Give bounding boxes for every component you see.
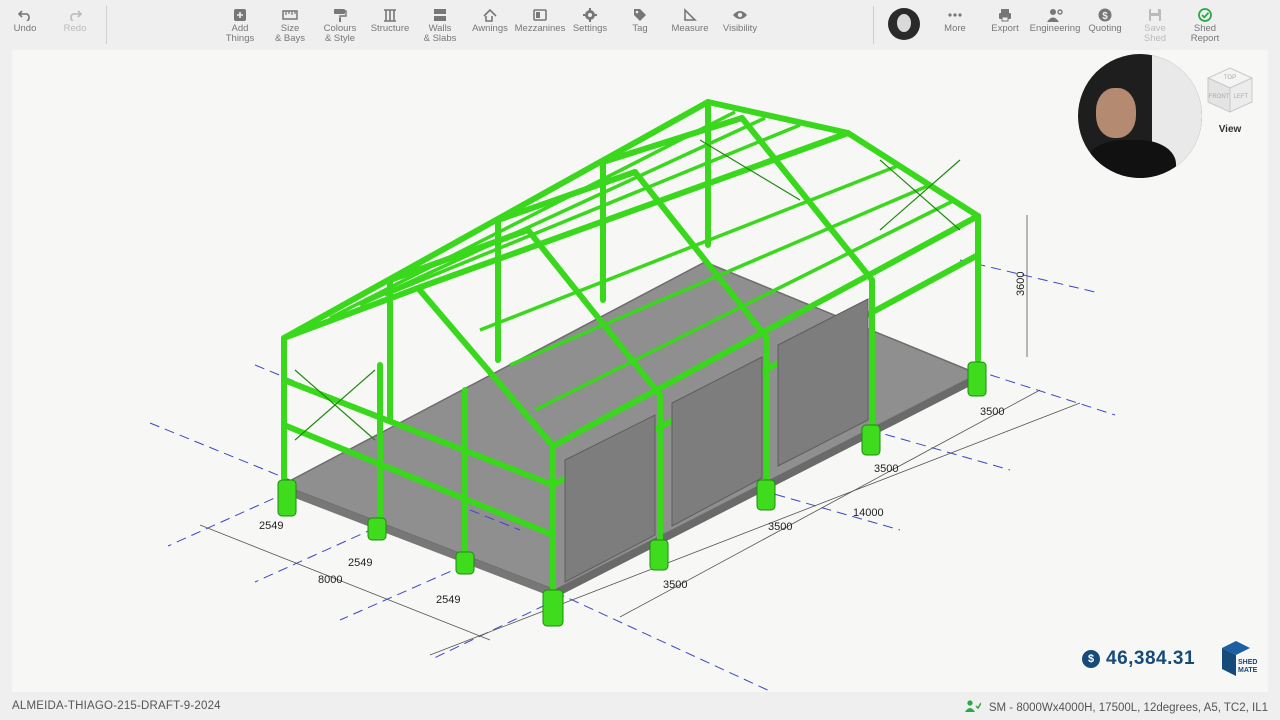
size-bays-button[interactable]: Size & Bays bbox=[262, 8, 318, 44]
gear-icon bbox=[581, 8, 599, 22]
save-icon bbox=[1146, 8, 1164, 22]
engineer-icon bbox=[1046, 8, 1064, 22]
printer-icon bbox=[996, 8, 1014, 22]
side-bay-3-label: 3500 bbox=[874, 463, 898, 475]
add-things-button[interactable]: Add Things bbox=[212, 8, 268, 44]
add-things-icon bbox=[231, 8, 249, 22]
colours-style-button[interactable]: Colours & Style bbox=[312, 8, 368, 44]
redo-icon bbox=[66, 8, 84, 22]
shed-spec-text: SM - 8000Wx4000H, 17500L, 12degrees, A5,… bbox=[988, 701, 1268, 714]
document-name: ALMEIDA-THIAGO-215-DRAFT-9-2024 bbox=[12, 700, 221, 712]
height-label: 3600 bbox=[1015, 272, 1027, 296]
measure-button[interactable]: Measure bbox=[662, 8, 718, 34]
more-icon bbox=[946, 8, 964, 22]
save-shed-button[interactable]: Save Shed bbox=[1127, 8, 1183, 44]
side-bay-1-label: 3500 bbox=[663, 579, 687, 591]
dollar-icon: $ bbox=[1096, 8, 1114, 22]
toolbar-divider bbox=[106, 6, 107, 44]
user-avatar[interactable] bbox=[888, 8, 920, 40]
shed-report-button[interactable]: Shed Report bbox=[1177, 8, 1233, 44]
shed-spec[interactable]: SM - 8000Wx4000H, 17500L, 12degrees, A5,… bbox=[964, 700, 1268, 715]
walls-slabs-button[interactable]: Walls & Slabs bbox=[412, 8, 468, 44]
svg-text:$: $ bbox=[1102, 11, 1108, 22]
logo-text-top: SHED bbox=[1238, 659, 1257, 666]
dollar-icon: $ bbox=[1082, 650, 1100, 668]
cube-face-left: LEFT bbox=[1234, 94, 1249, 100]
quoting-button[interactable]: $ Quoting bbox=[1077, 8, 1133, 34]
structure-button[interactable]: Structure bbox=[362, 8, 418, 34]
webcam-overlay bbox=[1078, 54, 1202, 178]
front-bay-3-label: 2549 bbox=[436, 594, 460, 606]
walls-icon bbox=[431, 8, 449, 22]
ruler-icon bbox=[281, 8, 299, 22]
shedmate-logo: SHED MATE bbox=[1218, 640, 1258, 678]
visibility-button[interactable]: Visibility bbox=[712, 8, 768, 34]
mezzanines-button[interactable]: Mezzanines bbox=[512, 8, 568, 34]
3d-viewport[interactable]: 2549 2549 2549 8000 3500 3500 3500 3500 … bbox=[12, 50, 1268, 692]
status-bar: ALMEIDA-THIAGO-215-DRAFT-9-2024 SM - 800… bbox=[0, 696, 1280, 720]
export-button[interactable]: Export bbox=[977, 8, 1033, 34]
price-amount: 46,384.31 bbox=[1106, 648, 1196, 669]
more-button[interactable]: More bbox=[927, 8, 983, 34]
engineering-button[interactable]: Engineering bbox=[1027, 8, 1083, 34]
structure-icon bbox=[381, 8, 399, 22]
toolbar-divider bbox=[873, 6, 874, 44]
shed-model[interactable]: 2549 2549 2549 8000 3500 3500 3500 3500 … bbox=[12, 50, 1268, 692]
tag-button[interactable]: Tag bbox=[612, 8, 668, 34]
tag-icon bbox=[631, 8, 649, 22]
front-bay-2-label: 2549 bbox=[348, 557, 372, 569]
cube-face-top: TOP bbox=[1224, 75, 1236, 81]
check-circle-icon bbox=[1196, 8, 1214, 22]
awning-icon bbox=[481, 8, 499, 22]
mezzanine-icon bbox=[531, 8, 549, 22]
undo-icon bbox=[16, 8, 34, 22]
price-display: $ 46,384.31 bbox=[1082, 648, 1195, 670]
engineer-icon bbox=[964, 700, 982, 715]
redo-button[interactable]: Redo bbox=[47, 8, 103, 34]
eye-icon bbox=[731, 8, 749, 22]
paint-roller-icon bbox=[331, 8, 349, 22]
logo-text-bottom: MATE bbox=[1238, 667, 1258, 674]
cube-face-front: FRONT bbox=[1209, 94, 1230, 100]
side-bay-2-label: 3500 bbox=[768, 521, 792, 533]
measure-icon bbox=[681, 8, 699, 22]
view-label[interactable]: View bbox=[1214, 124, 1246, 135]
side-total-label: 14000 bbox=[853, 507, 884, 519]
settings-button[interactable]: Settings bbox=[562, 8, 618, 34]
side-bay-4-label: 3500 bbox=[980, 406, 1004, 418]
main-toolbar: Undo Redo Add Things Size & Bays Colours… bbox=[0, 0, 1280, 48]
front-bay-1-label: 2549 bbox=[259, 520, 283, 532]
front-total-label: 8000 bbox=[318, 574, 342, 586]
view-cube[interactable]: TOP FRONT LEFT bbox=[1206, 66, 1254, 114]
undo-button[interactable]: Undo bbox=[0, 8, 53, 34]
awnings-button[interactable]: Awnings bbox=[462, 8, 518, 34]
